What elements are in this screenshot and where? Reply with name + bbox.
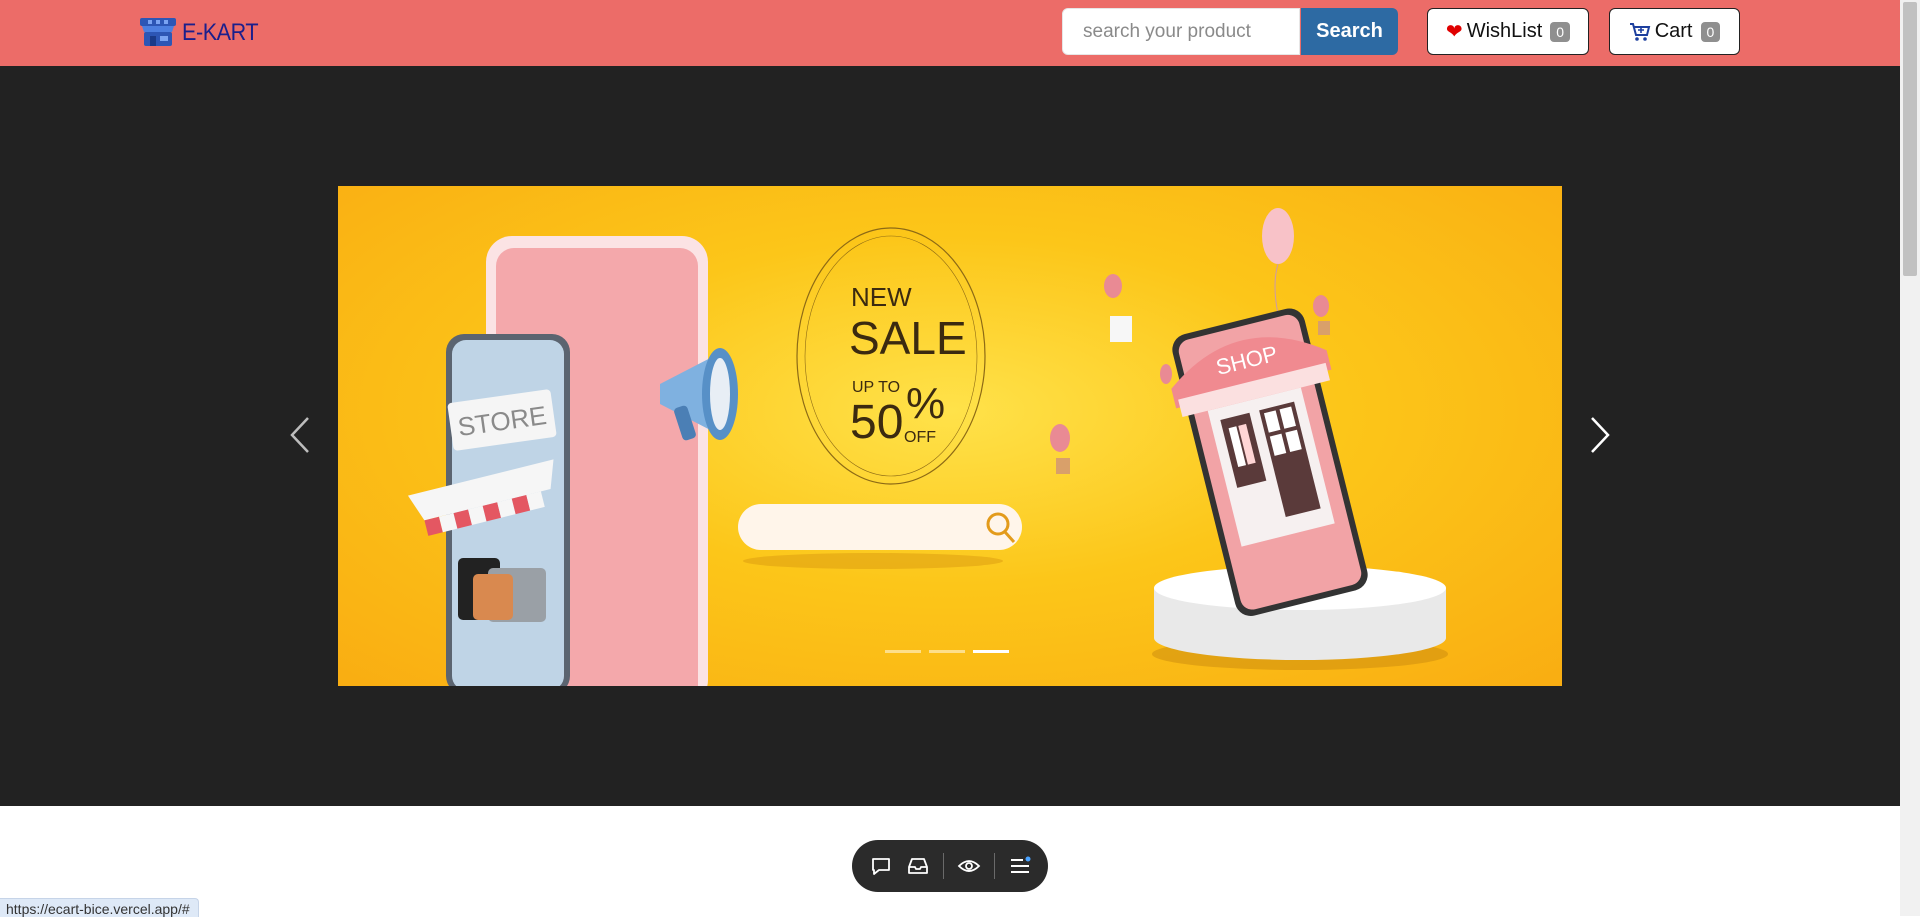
carousel-prev-arrow-icon[interactable] (278, 400, 318, 470)
chat-icon[interactable] (869, 854, 893, 878)
page-scrollbar[interactable] (1900, 0, 1920, 916)
carousel-next-arrow-icon[interactable] (1580, 400, 1620, 470)
floating-toolbar (852, 840, 1048, 892)
carousel-indicator-3[interactable] (973, 650, 1009, 653)
toolbar-divider (993, 853, 995, 879)
heart-icon: ❤ (1445, 21, 1463, 43)
sale-word-text: SALE (849, 312, 967, 364)
navbar: E-KART Search ❤ WishList 0 Cart 0 (0, 0, 1900, 66)
search-input[interactable] (1062, 8, 1300, 55)
brand-name: E-KART (182, 19, 259, 46)
scrollbar-thumb[interactable] (1903, 2, 1917, 276)
search-button[interactable]: Search (1301, 8, 1398, 55)
inbox-icon[interactable] (906, 854, 930, 878)
sale-percent-sign: % (906, 379, 945, 428)
cart-button[interactable]: Cart 0 (1609, 8, 1740, 55)
eye-icon[interactable] (957, 854, 981, 878)
cart-icon (1629, 22, 1650, 41)
sale-banner-illustration: STORE NEW SALE UP TO 50 % OFF SHOP (407, 208, 1448, 686)
sale-percent-text: 50 (850, 396, 903, 449)
sale-upto-text: UP TO (852, 379, 900, 396)
sale-new-text: NEW (851, 282, 912, 312)
carousel-indicator-1[interactable] (885, 650, 921, 653)
menu-icon[interactable] (1008, 854, 1032, 878)
toolbar-divider (942, 853, 944, 879)
cart-label: Cart (1654, 20, 1693, 42)
store-icon (140, 18, 176, 46)
wishlist-label: WishList (1466, 20, 1543, 42)
cart-count-badge: 0 (1700, 21, 1721, 42)
sale-off-text: OFF (904, 429, 936, 446)
wishlist-count-badge: 0 (1550, 21, 1571, 42)
carousel-indicator-2[interactable] (929, 650, 965, 653)
brand-logo-link[interactable]: E-KART (138, 16, 267, 50)
wishlist-button[interactable]: ❤ WishList 0 (1427, 8, 1589, 55)
carousel-slide-banner: STORE NEW SALE UP TO 50 % OFF SHOP (338, 186, 1562, 686)
carousel-indicators (885, 650, 1009, 653)
status-bar-url: https://ecart-bice.vercel.app/# (0, 898, 199, 917)
